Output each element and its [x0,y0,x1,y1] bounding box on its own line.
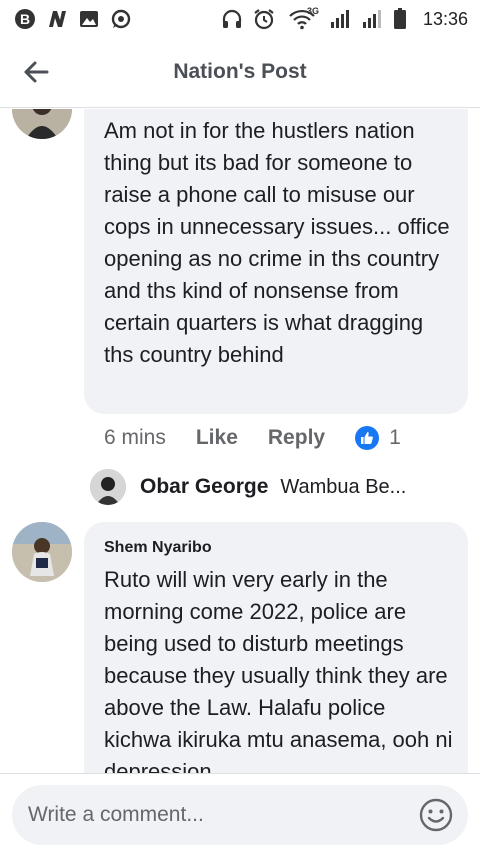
commenter-avatar[interactable] [12,522,72,582]
comment-composer[interactable] [12,785,468,845]
app-header: Nation's Post [0,38,480,108]
reply-button[interactable]: Reply [268,426,325,450]
reply-avatar[interactable] [90,469,126,505]
svg-text:B: B [20,11,30,27]
alarm-icon [253,8,275,30]
network-type-label: 3G [306,6,319,16]
signal-icon [361,8,383,30]
page-title: Nation's Post [173,60,307,83]
comment-composer-bar [0,773,480,854]
signal-icon [329,8,351,30]
headphones-icon [221,8,243,30]
reply-snippet: Wambua Be... [280,475,407,498]
commenter-name[interactable]: Shem Nyaribo [104,538,456,558]
commenter-avatar[interactable] [12,109,72,139]
reply-preview[interactable]: Obar George Wambua Be... [140,475,406,499]
comment-bubble[interactable]: Am not in for the hustlers nation thing … [84,109,468,414]
smiley-icon[interactable] [418,797,454,833]
comment-bubble[interactable]: Shem Nyaribo Ruto will win very early in… [84,522,468,773]
status-right-icons: 3G 13:36 [221,6,468,30]
gallery-icon [78,8,100,30]
status-bar: B 3G 13:36 [0,0,480,38]
n-app-icon [46,8,68,30]
comment-actions: 6 mins Like Reply 1 [104,426,401,450]
comment-text: Am not in for the hustlers nation thing … [104,118,450,367]
comment-content: Shem Nyaribo Ruto will win very early in… [104,538,456,773]
clock: 13:36 [422,8,468,29]
status-left-icons: B [14,8,132,30]
wifi-icon: 3G [285,6,319,30]
reaction-count[interactable]: 1 [389,426,401,450]
whatsapp-icon [110,8,132,30]
comment-input[interactable] [28,799,398,831]
thumbs-up-icon [355,426,380,450]
battery-icon [393,8,407,30]
reply-author-name[interactable]: Obar George [140,475,268,499]
comment-list[interactable]: Am not in for the hustlers nation thing … [0,109,480,773]
comment-timestamp: 6 mins [104,426,166,449]
like-button[interactable]: Like [196,426,238,450]
comment-text: Ruto will win very early in the morning … [104,567,453,773]
b-app-icon: B [14,8,36,30]
